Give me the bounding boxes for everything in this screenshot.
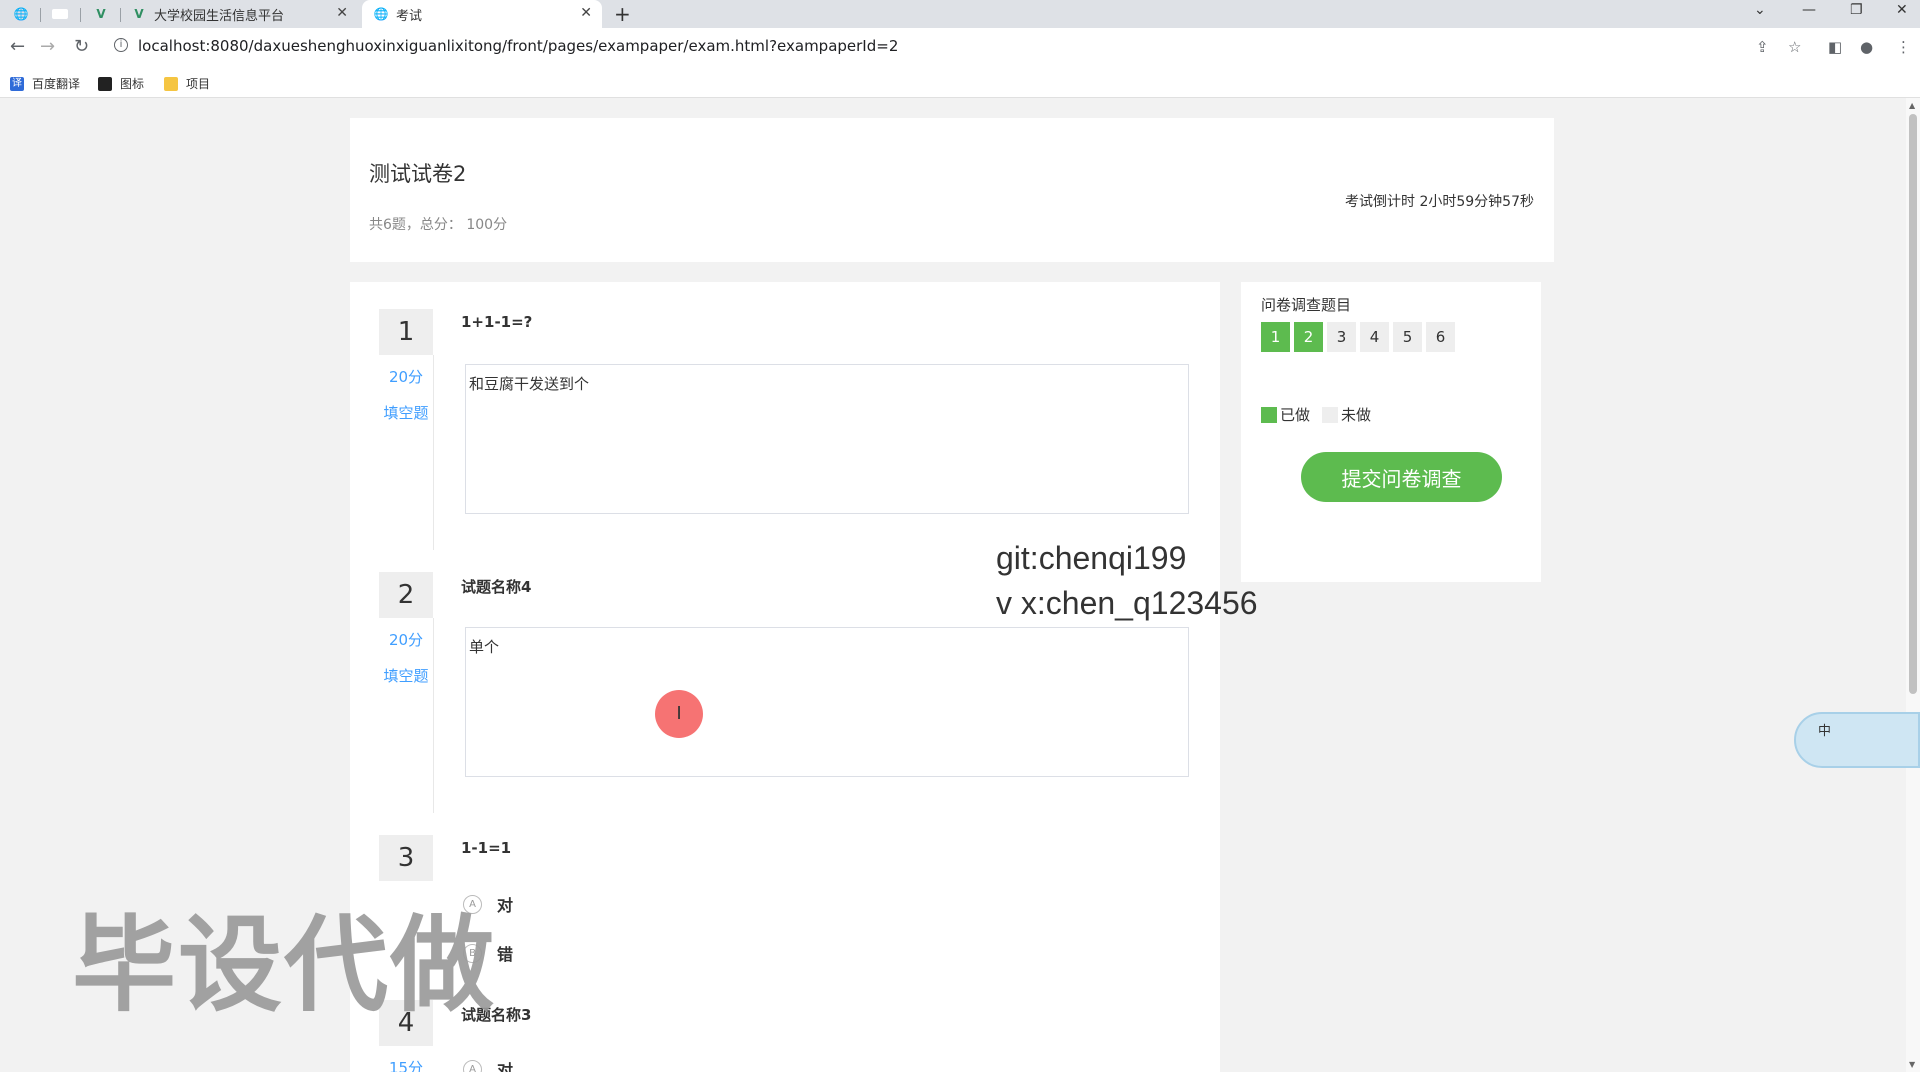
tab-separator: [40, 8, 41, 22]
bookmark-project[interactable]: 项目: [164, 75, 210, 92]
option-label: 错: [497, 945, 514, 964]
pinned-tab-vue[interactable]: V: [94, 0, 116, 28]
question-text: 试题名称4: [461, 578, 532, 596]
radio-a[interactable]: A: [463, 1059, 482, 1072]
submit-button[interactable]: 提交问卷调查: [1301, 452, 1502, 502]
question-nav-6[interactable]: 6: [1426, 322, 1455, 352]
reload-icon[interactable]: ↻: [74, 36, 89, 57]
question-nav-3[interactable]: 3: [1327, 322, 1356, 352]
tab-platform[interactable]: V 大学校园生活信息平台 ✕: [132, 0, 358, 28]
browser-toolbar: ← → ↻ i localhost:8080/daxueshenghuoxinx…: [0, 28, 1920, 68]
nav-panel-title: 问卷调查题目: [1261, 296, 1352, 314]
watermark-banner: 毕设代做: [72, 904, 497, 1026]
translate-icon: 译: [10, 76, 24, 91]
answer-textarea[interactable]: 和豆腐干发送到个: [465, 364, 1189, 514]
question-number: 2: [379, 572, 433, 618]
ime-widget[interactable]: 中: [1794, 712, 1920, 768]
option-a[interactable]: A 对: [463, 1057, 513, 1072]
globe-icon: 🌐: [13, 7, 29, 21]
restore-icon[interactable]: ❐: [1850, 2, 1863, 18]
option-label: 对: [497, 1061, 514, 1072]
image-icon: [98, 76, 112, 91]
folder-icon: [164, 76, 178, 91]
question-score: 15分: [388, 1059, 424, 1072]
scroll-down-icon[interactable]: ▼: [1909, 1060, 1915, 1069]
legend-label: 未做: [1341, 406, 1372, 424]
scroll-thumb[interactable]: [1909, 114, 1917, 694]
bookmark-label: 百度翻译: [32, 77, 81, 91]
tab-search-icon[interactable]: ⌄: [1754, 2, 1766, 18]
minimize-icon[interactable]: —: [1802, 2, 1816, 18]
bookmarks-bar: 译 百度翻译 图标 项目: [0, 68, 1920, 98]
question-type: 填空题: [383, 667, 429, 685]
exam-header: 测试试卷2 共6题，总分： 100分 考试倒计时 2小时59分钟57秒: [350, 118, 1554, 262]
question-score: 20分: [388, 368, 424, 386]
globe-icon: 🌐: [373, 7, 389, 21]
question-nav-1[interactable]: 1: [1261, 322, 1290, 352]
vue-logo-icon: V: [96, 7, 106, 21]
tab-label: 考试: [396, 8, 423, 24]
watermark-vx: v x:chen_q123456: [996, 585, 1258, 621]
text-cursor-indicator: I: [655, 690, 703, 738]
pinned-tab-globe[interactable]: 🌐: [14, 0, 36, 28]
question-number: 1: [379, 309, 433, 355]
close-icon[interactable]: ✕: [580, 5, 592, 21]
exam-summary: 共6题，总分： 100分: [369, 217, 508, 233]
legend-undone: 未做: [1322, 404, 1371, 425]
question-score: 20分: [388, 631, 424, 649]
question-nav-5[interactable]: 5: [1393, 322, 1422, 352]
bookmark-star-icon[interactable]: ☆: [1788, 38, 1801, 56]
info-icon[interactable]: i: [114, 38, 128, 52]
menu-icon[interactable]: ⋮: [1896, 38, 1911, 56]
ime-label: 中: [1818, 724, 1832, 739]
question-nav-4[interactable]: 4: [1360, 322, 1389, 352]
legend-label: 已做: [1280, 406, 1311, 424]
divider: [433, 355, 434, 550]
answer-textarea[interactable]: 单个: [465, 627, 1189, 777]
tab-separator: [80, 8, 81, 22]
question-text: 1-1=1: [461, 839, 512, 857]
question-number: 3: [379, 835, 433, 881]
pinned-tab-blank[interactable]: [52, 0, 76, 28]
vue-logo-icon: V: [134, 7, 144, 21]
profile-icon[interactable]: ●: [1860, 38, 1873, 56]
page-title: 测试试卷2: [369, 162, 467, 186]
bookmark-label: 图标: [120, 77, 145, 91]
browser-tab-bar: 🌐 V V 大学校园生活信息平台 ✕ 🌐 考试 ✕ + ⌄ — ❐ ✕: [0, 0, 1920, 28]
bookmark-icons[interactable]: 图标: [98, 75, 144, 92]
close-icon[interactable]: ✕: [336, 5, 348, 21]
question-text: 1+1-1=?: [461, 313, 533, 331]
done-swatch: [1261, 406, 1277, 423]
page-scrollbar[interactable]: ▲ ▼: [1906, 98, 1920, 1072]
window-close-icon[interactable]: ✕: [1896, 2, 1908, 18]
question-type: 填空题: [383, 404, 429, 422]
bookmark-baidu-translate[interactable]: 译 百度翻译: [10, 75, 80, 92]
tab-separator: [120, 8, 121, 22]
watermark-git: git:chenqi199: [996, 540, 1187, 576]
question-nav-panel: 问卷调查题目 1 2 3 4 5 6 已做 未做 提交问卷调查: [1241, 282, 1541, 582]
scroll-up-icon[interactable]: ▲: [1909, 101, 1915, 110]
divider: [433, 618, 434, 813]
question-nav-2[interactable]: 2: [1294, 322, 1323, 352]
exam-countdown: 考试倒计时 2小时59分钟57秒: [1345, 194, 1534, 210]
back-icon[interactable]: ←: [10, 36, 25, 57]
option-label: 对: [497, 896, 514, 915]
forward-icon[interactable]: →: [40, 36, 55, 57]
blank-page-icon: [52, 9, 68, 19]
undone-swatch: [1322, 406, 1338, 423]
side-panel-icon[interactable]: ◧: [1828, 38, 1842, 56]
bookmark-label: 项目: [186, 77, 211, 91]
new-tab-button[interactable]: +: [614, 2, 631, 26]
legend-done: 已做: [1261, 404, 1310, 425]
address-bar[interactable]: localhost:8080/daxueshenghuoxinxiguanlix…: [138, 37, 898, 55]
share-icon[interactable]: ⇪: [1756, 38, 1769, 56]
tab-exam[interactable]: 🌐 考试 ✕: [362, 0, 602, 28]
tab-label: 大学校园生活信息平台: [154, 8, 285, 24]
